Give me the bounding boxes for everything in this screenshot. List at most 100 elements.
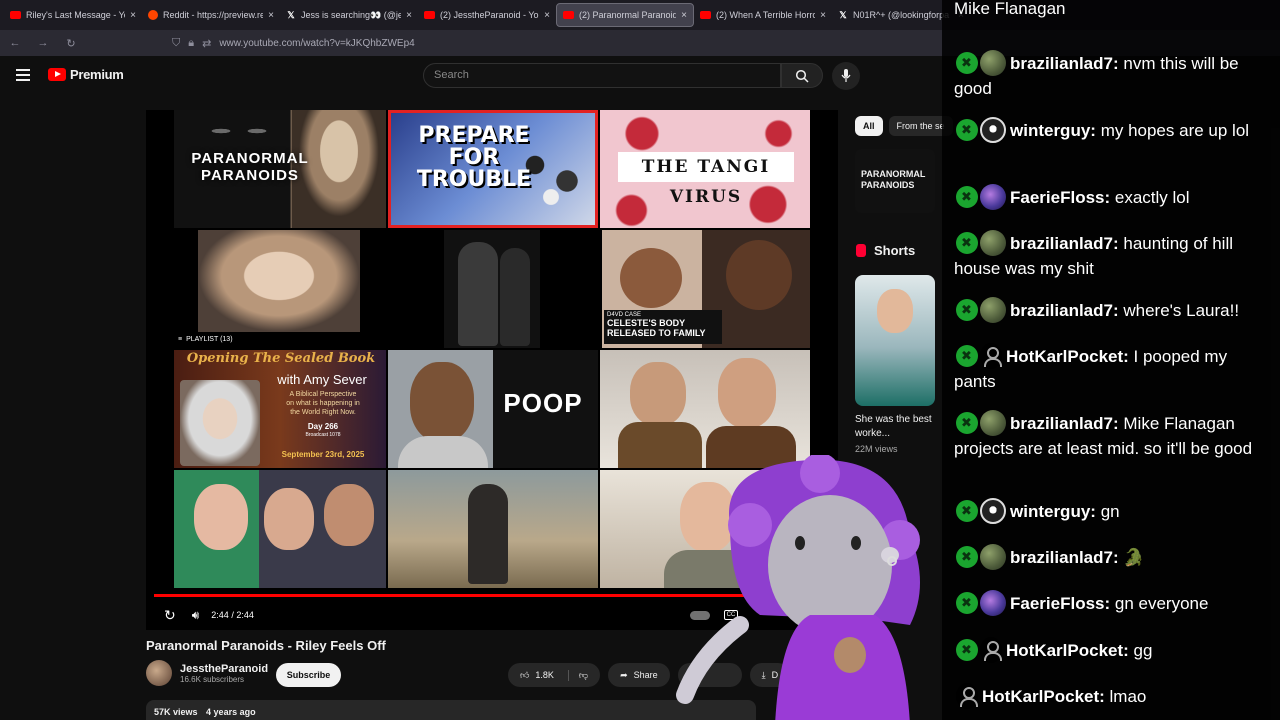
chat-username[interactable]: brazilianlad7 — [1010, 234, 1113, 253]
chat-separator: : — [1090, 121, 1101, 140]
thumbs-down-icon[interactable]: 👎︎ — [567, 669, 588, 681]
chat-username[interactable]: brazilianlad7 — [1010, 548, 1113, 567]
reload-icon[interactable]: ↻ — [64, 37, 78, 50]
thumbnail-text: POOP — [503, 388, 583, 418]
chat-username[interactable]: FaerieFloss — [1010, 188, 1105, 207]
like-dislike-group: 👍︎ 1.8K 👎︎ — [508, 663, 601, 687]
close-tab-icon[interactable]: × — [406, 10, 412, 21]
chat-user-avatar — [980, 498, 1006, 524]
close-tab-icon[interactable]: × — [130, 10, 136, 21]
sealed-book-date: September 23rd, 2025 — [281, 450, 365, 459]
chat-username[interactable]: HotKarlPocket — [1006, 347, 1123, 366]
chat-user-avatar — [980, 117, 1006, 143]
chat-message: brazilianlad7: 🐊 — [954, 544, 1264, 570]
chat-username[interactable]: FaerieFloss — [1010, 594, 1105, 613]
chat-message: brazilianlad7: nvm this will be good — [954, 50, 1264, 101]
browser-tab[interactable]: (2) JesstheParanoid - YouTub × — [418, 0, 556, 30]
close-tab-icon[interactable]: × — [681, 10, 687, 21]
thumbnail-close-up-face[interactable] — [198, 230, 360, 332]
chat-username[interactable]: brazilianlad7 — [1010, 54, 1113, 73]
shield-icon[interactable]: ⛉ — [172, 37, 180, 50]
close-tab-icon[interactable]: × — [268, 10, 274, 21]
subscribe-button[interactable]: Subscribe — [276, 663, 341, 687]
permissions-icon[interactable]: ⇄ — [202, 37, 211, 50]
thumbnail-text: PARANORMAL PARANOIDS — [191, 150, 309, 184]
short-views: 22M views — [855, 444, 898, 454]
sealed-book-broadcast: Broadcast 1078 — [305, 432, 341, 438]
related-video-thumbnail[interactable]: PARANORMAL PARANOIDS — [855, 149, 935, 213]
chat-user-avatar — [980, 297, 1006, 323]
thumbnail-two-men[interactable] — [600, 350, 810, 468]
chat-separator: : — [1112, 301, 1124, 320]
close-tab-icon[interactable]: × — [544, 10, 550, 21]
close-tab-icon[interactable]: × — [820, 10, 826, 21]
url-bar[interactable]: www.youtube.com/watch?v=kJKQhbZWEp4 — [219, 38, 414, 49]
thumbnail-poop[interactable]: POOP — [388, 350, 598, 468]
replay-icon[interactable]: ↻ — [164, 607, 176, 624]
chat-separator: : — [1123, 347, 1134, 366]
thumbnail-paranormal-paranoids[interactable]: PARANORMAL PARANOIDS — [174, 110, 386, 228]
tab-title: (2) Paranormal Paranoids - R — [579, 10, 676, 20]
tab-title: Reddit - https://preview.redd — [163, 10, 264, 20]
chat-username[interactable]: winterguy — [1010, 502, 1090, 521]
chat-user-avatar — [980, 637, 1002, 663]
brand-label: Premium — [70, 67, 124, 82]
chat-username[interactable]: HotKarlPocket — [982, 687, 1099, 706]
like-count[interactable]: 1.8K — [535, 670, 554, 680]
chat-message: FaerieFloss: gn everyone — [954, 590, 1264, 616]
chat-username[interactable]: brazilianlad7 — [1010, 301, 1113, 320]
shorts-header: Shorts — [856, 243, 915, 258]
back-icon[interactable]: ← — [8, 37, 22, 49]
chat-username[interactable]: HotKarlPocket — [1006, 641, 1123, 660]
chat-badge-icon — [956, 52, 978, 74]
playlist-label[interactable]: ≡ PLAYLIST (13) — [178, 336, 233, 343]
thumbnail-tangi-virus[interactable]: THE TANGI VIRUS — [600, 110, 810, 228]
caption-box: D4VD CASE CELESTE'S BODY RELEASED TO FAM… — [604, 310, 722, 344]
short-thumbnail[interactable] — [855, 275, 935, 406]
browser-tab[interactable]: (2) Paranormal Paranoids - R × — [556, 3, 694, 27]
voice-search-button[interactable] — [832, 62, 860, 90]
channel-name[interactable]: JesstheParanoid — [180, 663, 268, 675]
chat-text: gg — [1133, 641, 1153, 660]
thumbnail-guitarist[interactable] — [388, 470, 598, 588]
face-shape — [324, 484, 374, 546]
x-icon: 𝕏 — [839, 9, 847, 20]
browser-tab[interactable]: (2) When A Terrible Horror M × — [694, 0, 832, 30]
forward-icon[interactable]: → — [36, 37, 50, 49]
chat-user-avatar — [980, 343, 1002, 369]
browser-tab[interactable]: Riley's Last Message - YouTu × — [4, 0, 142, 30]
channel-avatar[interactable] — [146, 660, 172, 686]
chat-text: my hopes are up lol — [1100, 121, 1250, 140]
chat-separator: : — [1123, 641, 1134, 660]
thumbnail-prepare-for-trouble[interactable]: PREPARE FOR TROUBLE — [388, 110, 598, 228]
tab-title: (2) When A Terrible Horror M — [716, 10, 816, 20]
thumbs-up-icon[interactable]: 👍︎ — [520, 670, 529, 681]
thumbnail-sealed-book[interactable]: Opening The Sealed Book with Amy Sever A… — [174, 350, 386, 468]
youtube-play-icon — [48, 68, 66, 81]
chat-username[interactable]: brazilianlad7 — [1010, 414, 1113, 433]
lock-icon[interactable]: 🔒︎ — [188, 37, 194, 50]
browser-tab[interactable]: 𝕏 Jess is searching👀 (@jessth × — [280, 0, 418, 30]
chat-message: brazilianlad7: haunting of hill house wa… — [954, 230, 1264, 281]
search-input[interactable]: Search — [423, 63, 781, 88]
chip-all[interactable]: All — [855, 116, 883, 136]
browser-tab[interactable]: Reddit - https://preview.redd × — [142, 0, 280, 30]
view-count: 57K views — [154, 707, 198, 717]
volume-icon[interactable]: 🔊︎ — [192, 608, 200, 623]
chat-text: Mike Flanagan — [954, 0, 1066, 18]
chat-separator: : — [1112, 234, 1124, 253]
chat-separator: : — [1112, 54, 1124, 73]
chat-user-avatar — [980, 184, 1006, 210]
menu-icon[interactable] — [16, 69, 30, 81]
chat-badge-icon — [956, 412, 978, 434]
search-button[interactable] — [781, 63, 823, 88]
thumbnail-three-people[interactable] — [174, 470, 386, 588]
face-shape — [194, 484, 248, 550]
thumbnail-two-figures[interactable] — [444, 230, 540, 348]
short-title[interactable]: She was the best worke... — [855, 413, 935, 441]
thumbnail-celeste-case[interactable]: D4VD CASE CELESTE'S BODY RELEASED TO FAM… — [602, 230, 810, 348]
chat-message: Mike Flanagan — [954, 0, 1264, 21]
chat-username[interactable]: winterguy — [1010, 121, 1090, 140]
youtube-logo[interactable]: Premium — [48, 67, 124, 82]
chat-separator: : — [1099, 687, 1110, 706]
